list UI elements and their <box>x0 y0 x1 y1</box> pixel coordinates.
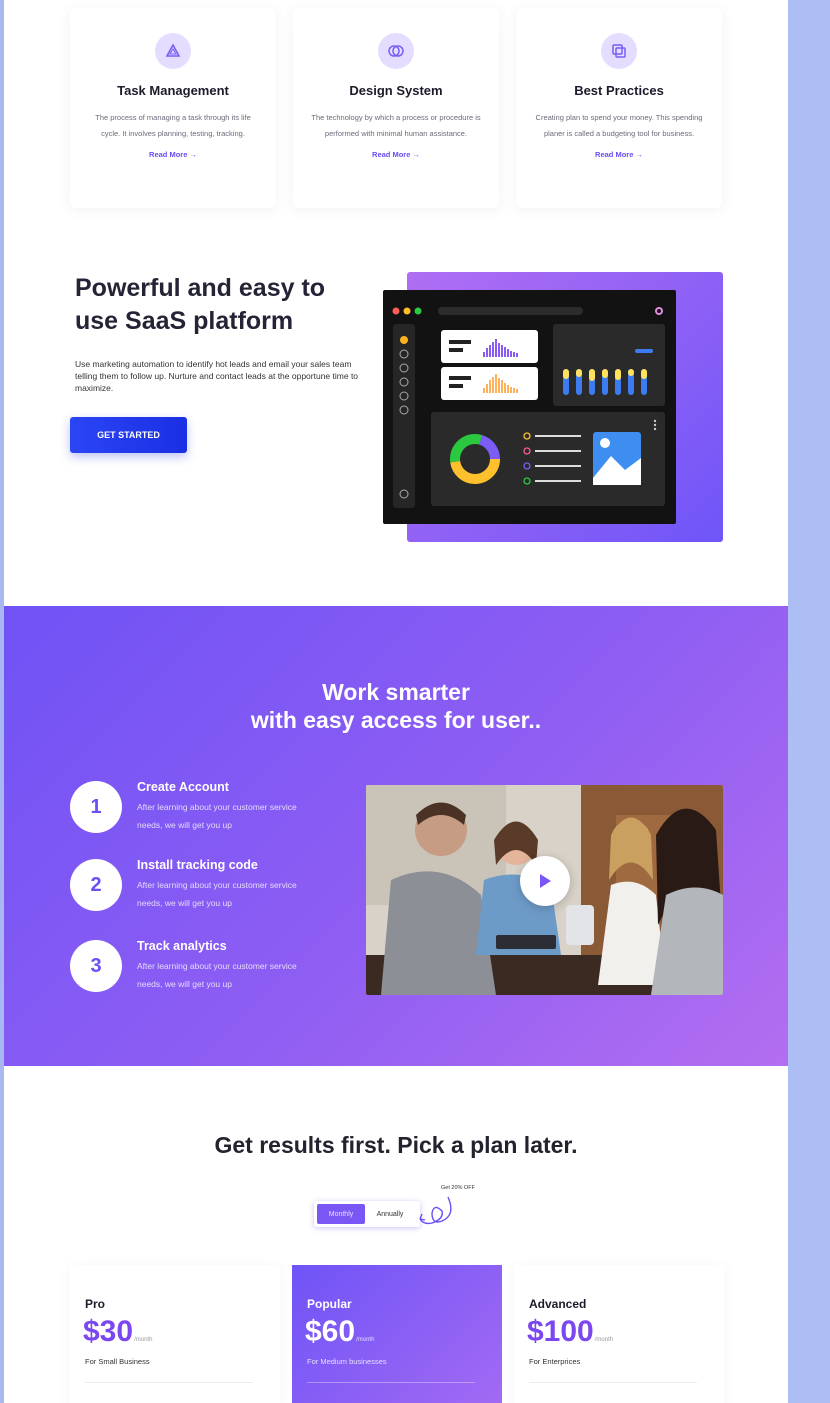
hero-description: Use marketing automation to identify hot… <box>75 359 359 393</box>
step-description-2: After learning about your customer servi… <box>137 880 297 908</box>
section-title-line-1: Work smarter <box>322 679 470 705</box>
price-amount: $30 <box>83 1315 134 1348</box>
play-button[interactable] <box>520 856 570 906</box>
plan-name: Pro <box>85 1297 106 1311</box>
feature-description: Creating plan to spend your money. This … <box>535 113 703 138</box>
price-unit: /month <box>356 1337 375 1343</box>
step-title-2: Install tracking code <box>137 858 258 872</box>
section-title: Work smarter with easy access for user.. <box>4 678 788 734</box>
feature-title: Task Management <box>117 83 229 98</box>
landing-page: Task Management The process of managing … <box>4 0 788 1403</box>
feature-card-design-system: Design System The technology by which a … <box>293 8 499 208</box>
plan-name: Popular <box>307 1297 352 1311</box>
triangle-icon <box>155 33 191 69</box>
billing-toggle[interactable]: Monthly Annually <box>314 1201 420 1227</box>
price-unit: /month <box>134 1337 153 1343</box>
price-amount: $60 <box>305 1315 356 1348</box>
step-title-3: Track analytics <box>137 939 227 953</box>
toggle-annually[interactable]: Annually <box>365 1204 415 1224</box>
feature-card-task-management: Task Management The process of managing … <box>70 8 276 208</box>
plan-card-popular: Popular $60/month For Medium businesses <box>292 1265 502 1403</box>
divider <box>529 1382 697 1383</box>
plan-name: Advanced <box>529 1297 587 1311</box>
plan-card-pro: Pro $30/month For Small Business <box>70 1265 280 1403</box>
step-description-3: After learning about your customer servi… <box>137 961 297 989</box>
layers-icon <box>601 33 637 69</box>
plan-price: $60/month <box>305 1315 374 1349</box>
read-more-link[interactable]: Read More → <box>293 150 499 159</box>
step-number-1: 1 <box>70 781 122 833</box>
get-started-button[interactable]: GET STARTED <box>70 417 187 453</box>
price-unit: /month <box>594 1337 614 1343</box>
section-title-line-2: with easy access for user.. <box>250 707 542 733</box>
divider <box>85 1382 253 1383</box>
divider <box>307 1382 475 1383</box>
plan-audience: For Medium businesses <box>307 1357 387 1366</box>
read-more-link[interactable]: Read More → <box>70 150 276 159</box>
price-amount: $100 <box>527 1315 594 1348</box>
step-number-2: 2 <box>70 859 122 911</box>
dashboard-mockup <box>383 290 676 524</box>
curved-arrow-icon <box>419 1196 452 1225</box>
feature-title: Best Practices <box>574 83 664 98</box>
rings-icon <box>378 33 414 69</box>
toggle-monthly[interactable]: Monthly <box>317 1204 365 1224</box>
video-thumbnail[interactable] <box>366 785 723 995</box>
plan-price: $30/month <box>83 1315 152 1349</box>
how-it-works-section: Work smarter with easy access for user..… <box>4 606 788 1066</box>
pricing-title: Get results first. Pick a plan later. <box>214 1132 578 1158</box>
hero-title: Powerful and easy to use SaaS platform <box>75 274 326 335</box>
feature-description: The process of managing a task through i… <box>95 113 251 138</box>
play-icon <box>540 874 551 888</box>
right-frame-edge <box>788 0 830 1403</box>
plan-audience: For Small Business <box>85 1357 150 1366</box>
step-description-1: After learning about your customer servi… <box>137 802 297 830</box>
feature-title: Design System <box>349 83 443 98</box>
step-number-3: 3 <box>70 940 122 992</box>
feature-description: The technology by which a process or pro… <box>311 113 481 138</box>
plan-card-advanced: Advanced $100/month For Enterprices <box>514 1265 724 1403</box>
plan-price: $100/month <box>527 1315 613 1349</box>
discount-label: Get 20% OFF <box>441 1185 475 1191</box>
step-title-1: Create Account <box>137 780 229 794</box>
feature-card-best-practices: Best Practices Creating plan to spend yo… <box>516 8 722 208</box>
plan-audience: For Enterprices <box>529 1357 581 1366</box>
read-more-link[interactable]: Read More → <box>516 150 722 159</box>
